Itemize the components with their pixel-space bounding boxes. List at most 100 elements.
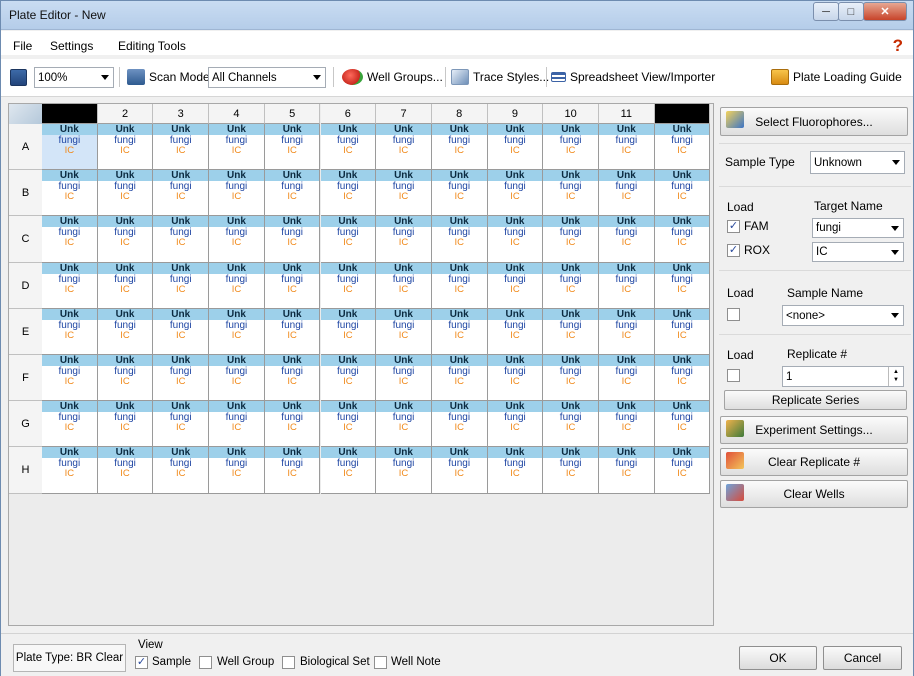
plate-well[interactable]: Unk fungi IC <box>209 447 265 494</box>
plate-well[interactable]: Unk fungi IC <box>376 124 432 171</box>
column-header[interactable]: 10 <box>543 104 599 124</box>
plate-well[interactable]: Unk fungi IC <box>599 355 655 402</box>
plate-well[interactable]: Unk fungi IC <box>97 355 154 402</box>
plate-well[interactable]: Unk fungi IC <box>264 355 321 402</box>
plate-well[interactable]: Unk fungi IC <box>599 170 655 217</box>
column-header[interactable] <box>42 104 98 124</box>
plate-well[interactable]: Unk fungi IC <box>431 216 488 263</box>
plate-well[interactable]: Unk fungi IC <box>431 447 488 494</box>
row-header[interactable]: G <box>9 401 42 448</box>
column-header[interactable]: 5 <box>264 104 321 124</box>
plate-well[interactable]: Unk fungi IC <box>97 216 154 263</box>
sample-type-select[interactable]: Unknown <box>810 151 905 174</box>
plate-well[interactable]: Unk fungi IC <box>153 308 210 355</box>
select-fluorophores-button[interactable]: Select Fluorophores... <box>720 107 908 136</box>
plate-well[interactable]: Unk fungi IC <box>487 401 544 448</box>
plate-loading-guide-button[interactable]: Plate Loading Guide <box>771 67 902 87</box>
scan-mode-select[interactable]: All Channels <box>208 67 326 88</box>
plate-well[interactable]: Unk fungi IC <box>320 401 377 448</box>
column-header[interactable]: 7 <box>376 104 432 124</box>
plate-well[interactable]: Unk fungi IC <box>209 308 265 355</box>
replicate-series-button[interactable]: Replicate Series <box>724 390 907 410</box>
plate-well[interactable]: Unk fungi IC <box>543 355 599 402</box>
replicate-spinner-icon[interactable]: ▲ ▼ <box>888 367 903 386</box>
rox-load-checkbox[interactable]: ✓ <box>727 244 740 257</box>
plate-well[interactable]: Unk fungi IC <box>97 401 154 448</box>
help-icon[interactable]: ? <box>893 36 903 56</box>
plate-well[interactable]: Unk fungi IC <box>376 170 432 217</box>
plate-well[interactable]: Unk fungi IC <box>320 355 377 402</box>
clear-wells-button[interactable]: Clear Wells <box>720 480 908 508</box>
row-header[interactable]: F <box>9 355 42 402</box>
plate-well[interactable]: Unk fungi IC <box>209 401 265 448</box>
plate-well[interactable]: Unk fungi IC <box>376 308 432 355</box>
plate-well[interactable]: Unk fungi IC <box>42 355 98 402</box>
column-header[interactable]: 2 <box>97 104 154 124</box>
plate-well[interactable]: Unk fungi IC <box>376 216 432 263</box>
plate-well[interactable]: Unk fungi IC <box>153 401 210 448</box>
plate-well[interactable]: Unk fungi IC <box>654 447 711 494</box>
menu-settings[interactable]: Settings <box>50 39 93 53</box>
plate-well[interactable]: Unk fungi IC <box>320 262 377 309</box>
plate-well[interactable]: Unk fungi IC <box>487 447 544 494</box>
plate-well[interactable]: Unk fungi IC <box>97 124 154 171</box>
plate-well[interactable]: Unk fungi IC <box>153 170 210 217</box>
plate-well[interactable]: Unk fungi IC <box>97 308 154 355</box>
plate-well[interactable]: Unk fungi IC <box>209 355 265 402</box>
row-header[interactable]: C <box>9 216 42 263</box>
column-header[interactable]: 8 <box>431 104 488 124</box>
column-header[interactable]: 3 <box>153 104 210 124</box>
plate-well[interactable]: Unk fungi IC <box>153 216 210 263</box>
plate-well[interactable]: Unk fungi IC <box>42 401 98 448</box>
plate-corner-select-all[interactable] <box>9 104 42 124</box>
menu-file[interactable]: File <box>13 39 32 53</box>
plate-well[interactable]: Unk fungi IC <box>376 447 432 494</box>
view-sample-checkbox[interactable]: ✓ <box>135 656 148 669</box>
trace-styles-button[interactable]: Trace Styles... <box>451 67 549 87</box>
plate-well[interactable]: Unk fungi IC <box>264 447 321 494</box>
plate-well[interactable]: Unk fungi IC <box>654 308 711 355</box>
plate-well[interactable]: Unk fungi IC <box>320 124 377 171</box>
plate-well[interactable]: Unk fungi IC <box>543 401 599 448</box>
plate-well[interactable]: Unk fungi IC <box>209 216 265 263</box>
plate-well[interactable]: Unk fungi IC <box>209 262 265 309</box>
replicate-load-checkbox[interactable] <box>727 369 740 382</box>
plate-well[interactable]: Unk fungi IC <box>376 401 432 448</box>
plate-well[interactable]: Unk fungi IC <box>487 216 544 263</box>
plate-well[interactable]: Unk fungi IC <box>599 124 655 171</box>
plate-well[interactable]: Unk fungi IC <box>320 170 377 217</box>
plate-well[interactable]: Unk fungi IC <box>376 262 432 309</box>
plate-well[interactable]: Unk fungi IC <box>97 262 154 309</box>
sample-load-checkbox[interactable] <box>727 308 740 321</box>
plate-well[interactable]: Unk fungi IC <box>431 355 488 402</box>
minimize-button[interactable]: ─ <box>813 2 839 21</box>
plate-well[interactable]: Unk fungi IC <box>599 401 655 448</box>
view-well-note-checkbox[interactable] <box>374 656 387 669</box>
view-well-group-checkbox[interactable] <box>199 656 212 669</box>
plate-well[interactable]: Unk fungi IC <box>543 262 599 309</box>
row-header[interactable]: H <box>9 447 42 494</box>
plate-well[interactable]: Unk fungi IC <box>376 355 432 402</box>
maximize-button[interactable]: □ <box>838 2 864 21</box>
view-biological-set-checkbox[interactable] <box>282 656 295 669</box>
plate-well[interactable]: Unk fungi IC <box>431 401 488 448</box>
plate-well[interactable]: Unk fungi IC <box>487 262 544 309</box>
spreadsheet-button[interactable]: Spreadsheet View/Importer <box>551 67 715 87</box>
fam-load-checkbox[interactable]: ✓ <box>727 220 740 233</box>
zoom-select[interactable]: 100% <box>34 67 114 88</box>
plate-well[interactable]: Unk fungi IC <box>209 170 265 217</box>
cancel-button[interactable]: Cancel <box>823 646 902 670</box>
row-header[interactable]: B <box>9 170 42 217</box>
plate-well[interactable]: Unk fungi IC <box>264 170 321 217</box>
plate-well[interactable]: Unk fungi IC <box>153 355 210 402</box>
plate-well[interactable]: Unk fungi IC <box>42 170 98 217</box>
plate-well[interactable]: Unk fungi IC <box>42 216 98 263</box>
plate-well[interactable]: Unk fungi IC <box>264 262 321 309</box>
column-header[interactable] <box>654 104 711 124</box>
plate-well[interactable]: Unk fungi IC <box>431 308 488 355</box>
plate-well[interactable]: Unk fungi IC <box>264 216 321 263</box>
plate-well[interactable]: Unk fungi IC <box>654 216 711 263</box>
plate-well[interactable]: Unk fungi IC <box>431 170 488 217</box>
plate-well[interactable]: Unk fungi IC <box>654 124 711 171</box>
plate-well[interactable]: Unk fungi IC <box>264 401 321 448</box>
